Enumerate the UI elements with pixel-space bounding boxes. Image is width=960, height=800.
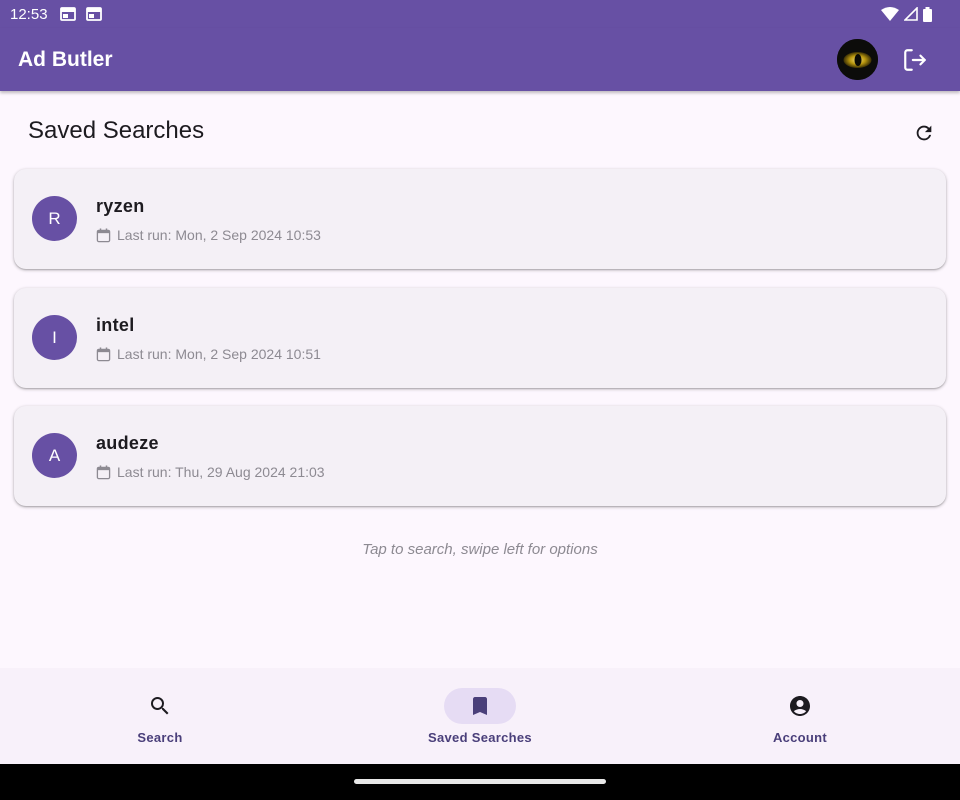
last-run-text: Last run: Thu, 29 Aug 2024 21:03: [117, 464, 325, 480]
status-bar: 12:53: [0, 0, 960, 28]
nav-label: Account: [772, 730, 828, 745]
calendar-icon: [96, 346, 111, 361]
logout-icon: [904, 49, 926, 71]
search-icon: [151, 697, 169, 715]
cat-eye-avatar-image: [837, 39, 878, 80]
notification-icons: [59, 7, 102, 21]
app-bar: Ad Butler: [0, 28, 960, 91]
usage-hint: Tap to search, swipe left for options: [362, 541, 598, 558]
battery-icon: [923, 6, 932, 22]
calendar-icon: [96, 227, 111, 242]
refresh-icon: [916, 125, 932, 141]
status-time: 12:53: [10, 5, 48, 23]
gesture-handle[interactable]: [354, 779, 606, 784]
nav-label: Saved Searches: [428, 730, 532, 745]
user-avatar[interactable]: [837, 39, 878, 80]
last-run-row: Last run: Mon, 2 Sep 2024 10:51: [96, 346, 321, 362]
search-name: intel: [96, 315, 135, 335]
search-initial-avatar: A: [32, 433, 77, 478]
system-navigation-bar: [0, 764, 960, 800]
saved-search-card[interactable]: R ryzen Last run: Mon, 2 Sep 2024 10:53: [14, 169, 946, 269]
calendar-icon: [96, 464, 111, 479]
nav-label: Search: [137, 730, 183, 745]
last-run-row: Last run: Mon, 2 Sep 2024 10:53: [96, 227, 321, 243]
nav-item-search[interactable]: Search: [0, 668, 320, 764]
nav-item-account[interactable]: Account: [640, 668, 960, 764]
refresh-button[interactable]: [910, 119, 938, 147]
page-title: Saved Searches: [28, 117, 205, 144]
last-run-row: Last run: Thu, 29 Aug 2024 21:03: [96, 464, 325, 480]
nav-icon-container: [764, 688, 836, 724]
last-run-text: Last run: Mon, 2 Sep 2024 10:51: [117, 346, 321, 362]
logout-button[interactable]: [900, 45, 930, 75]
saved-search-card[interactable]: I intel Last run: Mon, 2 Sep 2024 10:51: [14, 288, 946, 388]
search-initial-avatar: I: [32, 315, 77, 360]
search-initial-avatar: R: [32, 196, 77, 241]
system-icons: [881, 6, 950, 22]
nav-item-saved-searches[interactable]: Saved Searches: [320, 668, 640, 764]
nav-icon-container: [124, 688, 196, 724]
bottom-navigation: Search Saved Searches Account: [0, 668, 960, 764]
account-circle-icon: [790, 696, 810, 716]
search-name: audeze: [96, 433, 159, 453]
last-run-text: Last run: Mon, 2 Sep 2024 10:53: [117, 227, 321, 243]
notification-window-icon: [59, 7, 76, 21]
search-name: ryzen: [96, 196, 145, 216]
wifi-icon: [881, 7, 899, 21]
notification-window-icon: [85, 7, 102, 21]
bookmark-icon: [473, 697, 487, 715]
signal-icon: [904, 7, 918, 21]
app-title: Ad Butler: [18, 47, 113, 71]
saved-search-card[interactable]: A audeze Last run: Thu, 29 Aug 2024 21:0…: [14, 406, 946, 506]
nav-active-indicator: [444, 688, 516, 724]
